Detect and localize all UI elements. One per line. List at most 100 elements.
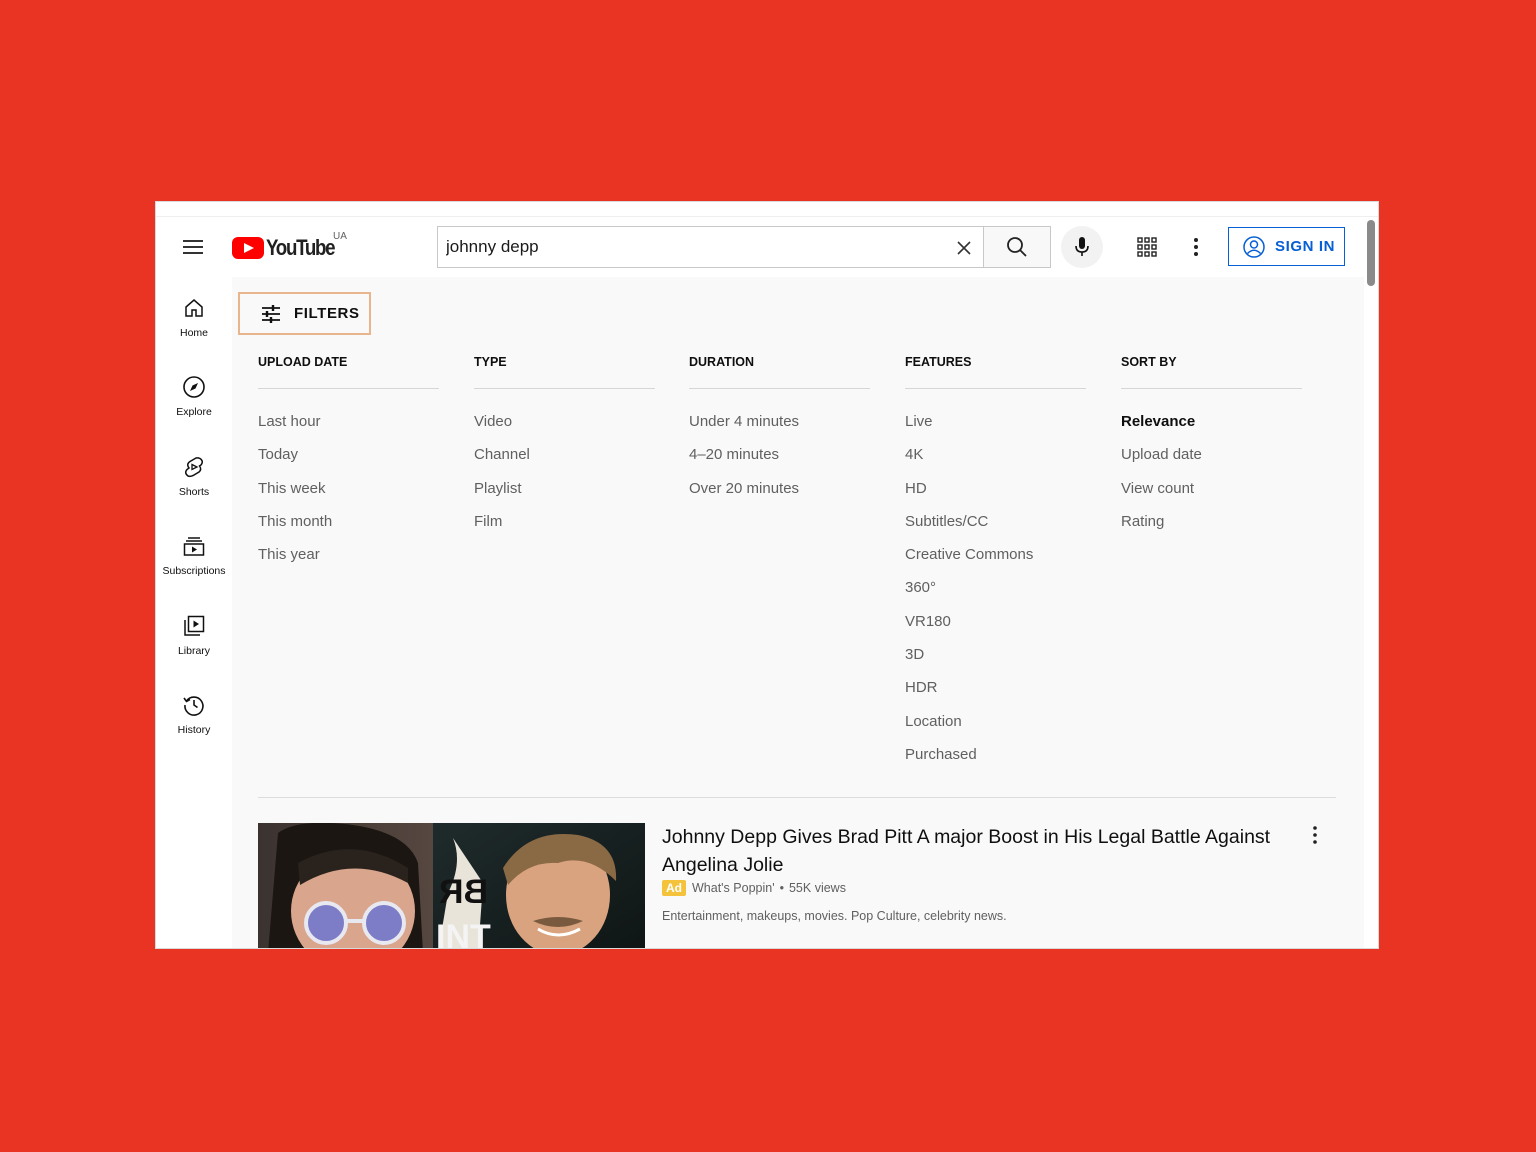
sort-option[interactable]: Upload date [1121, 438, 1302, 471]
filter-option[interactable]: Channel [474, 438, 655, 471]
hamburger-line [183, 246, 203, 248]
apps-button[interactable] [1134, 234, 1160, 260]
video-thumbnail[interactable]: BR INT [258, 823, 645, 949]
video-description: Entertainment, makeups, movies. Pop Cult… [662, 909, 1007, 923]
filter-column-sort-by: SORT BY Relevance Upload date View count… [1121, 355, 1302, 538]
library-icon [184, 615, 205, 636]
filter-column-heading: TYPE [474, 355, 655, 389]
search-button[interactable] [983, 226, 1051, 268]
logo-text: YouTube [266, 235, 336, 260]
clear-search-button[interactable] [954, 238, 974, 258]
region-code: UA [333, 231, 347, 242]
sidebar-item-library[interactable]: Library [156, 600, 232, 676]
sidebar-item-history[interactable]: History [156, 679, 232, 755]
shorts-icon [184, 457, 204, 478]
filter-option[interactable]: This year [258, 538, 439, 571]
filter-option[interactable]: Playlist [474, 472, 655, 505]
filter-option[interactable]: 360° [905, 571, 1086, 604]
svg-text:BR: BR [439, 873, 488, 911]
filters-divider [258, 797, 1336, 798]
video-result: BR INT Johnny Depp Gives Brad Pitt A maj… [258, 823, 1336, 949]
filter-column-type: TYPE Video Channel Playlist Film [474, 355, 655, 538]
microphone-icon [1075, 237, 1089, 256]
filter-option[interactable]: HD [905, 472, 1086, 505]
meta-separator: • [779, 881, 784, 895]
filter-option[interactable]: Purchased [905, 738, 1086, 771]
sidebar-item-label: Library [177, 645, 211, 657]
filter-column-features: FEATURES Live 4K HD Subtitles/CC Creativ… [905, 355, 1086, 771]
window-top-bar [156, 202, 1378, 217]
search-box [437, 226, 983, 268]
menu-button[interactable] [180, 233, 208, 261]
filter-option[interactable]: 4K [905, 438, 1086, 471]
filters-label: FILTERS [294, 305, 360, 322]
sidebar-item-shorts[interactable]: Shorts [156, 441, 232, 517]
search-icon [1007, 237, 1027, 257]
account-icon [1243, 235, 1265, 258]
filter-option[interactable]: Today [258, 438, 439, 471]
sidebar-item-label: Home [179, 327, 208, 339]
settings-more-button[interactable] [1188, 234, 1204, 260]
search-results-content: FILTERS UPLOAD DATE Last hour Today This… [232, 277, 1364, 949]
filter-option[interactable]: Last hour [258, 405, 439, 438]
filters-button[interactable]: FILTERS [238, 292, 371, 335]
filter-column-heading: FEATURES [905, 355, 1086, 389]
filter-column-upload-date: UPLOAD DATE Last hour Today This week Th… [258, 355, 439, 571]
history-icon [183, 696, 204, 716]
page-scrollbar[interactable] [1367, 220, 1375, 286]
mini-guide-sidebar: Home Explore Shorts Subscriptions Librar… [156, 277, 232, 948]
sidebar-item-explore[interactable]: Explore [156, 361, 232, 437]
filter-option[interactable]: Over 20 minutes [689, 472, 870, 505]
filter-option[interactable]: 3D [905, 638, 1086, 671]
filter-option[interactable]: Film [474, 505, 655, 538]
sidebar-item-label: Subscriptions [162, 565, 226, 577]
close-icon [957, 241, 971, 255]
filter-option[interactable]: This week [258, 472, 439, 505]
video-action-menu-button[interactable] [1308, 823, 1322, 847]
sort-option-selected[interactable]: Relevance [1121, 405, 1302, 438]
filter-column-duration: DURATION Under 4 minutes 4–20 minutes Ov… [689, 355, 870, 505]
svg-text:INT: INT [436, 918, 491, 949]
browser-window: YouTube UA johnny depp SIGN IN Home Expl… [155, 201, 1379, 949]
sidebar-item-label: Explore [176, 406, 212, 418]
hamburger-line [183, 240, 203, 242]
filter-option[interactable]: 4–20 minutes [689, 438, 870, 471]
filter-option[interactable]: Subtitles/CC [905, 505, 1086, 538]
sign-in-button[interactable]: SIGN IN [1228, 227, 1345, 266]
filter-option[interactable]: VR180 [905, 605, 1086, 638]
compass-icon [183, 376, 205, 398]
sort-option[interactable]: View count [1121, 472, 1302, 505]
filter-column-heading: SORT BY [1121, 355, 1302, 389]
filter-option[interactable]: Under 4 minutes [689, 405, 870, 438]
sidebar-item-label: History [177, 724, 211, 736]
more-vert-icon [1313, 826, 1317, 844]
filter-option[interactable]: Creative Commons [905, 538, 1086, 571]
thumbnail-image: BR INT [258, 823, 645, 949]
view-count: 55K views [788, 881, 846, 895]
sort-option[interactable]: Rating [1121, 505, 1302, 538]
sidebar-item-home[interactable]: Home [156, 282, 232, 358]
tune-icon [262, 304, 280, 323]
filter-option[interactable]: Live [905, 405, 1086, 438]
voice-search-button[interactable] [1061, 226, 1103, 268]
ad-badge: Ad [662, 880, 686, 896]
hamburger-line [183, 252, 203, 254]
video-title[interactable]: Johnny Depp Gives Brad Pitt A major Boos… [662, 823, 1282, 879]
filter-option[interactable]: Location [905, 705, 1086, 738]
play-logo-icon [232, 237, 264, 259]
filter-option[interactable]: Video [474, 405, 655, 438]
sign-in-label: SIGN IN [1275, 238, 1336, 255]
home-icon [185, 299, 203, 317]
sidebar-item-subscriptions[interactable]: Subscriptions [156, 520, 232, 596]
filter-column-heading: DURATION [689, 355, 870, 389]
filter-column-heading: UPLOAD DATE [258, 355, 439, 389]
sidebar-item-label: Shorts [178, 486, 210, 498]
youtube-logo[interactable]: YouTube [232, 235, 346, 261]
masthead: YouTube UA johnny depp SIGN IN [156, 217, 1364, 277]
subscriptions-icon [183, 537, 205, 556]
channel-name[interactable]: What's Poppin' [692, 881, 775, 895]
filter-option[interactable]: This month [258, 505, 439, 538]
filter-option[interactable]: HDR [905, 671, 1086, 704]
apps-grid-icon [1137, 237, 1157, 257]
search-input[interactable] [446, 235, 936, 259]
